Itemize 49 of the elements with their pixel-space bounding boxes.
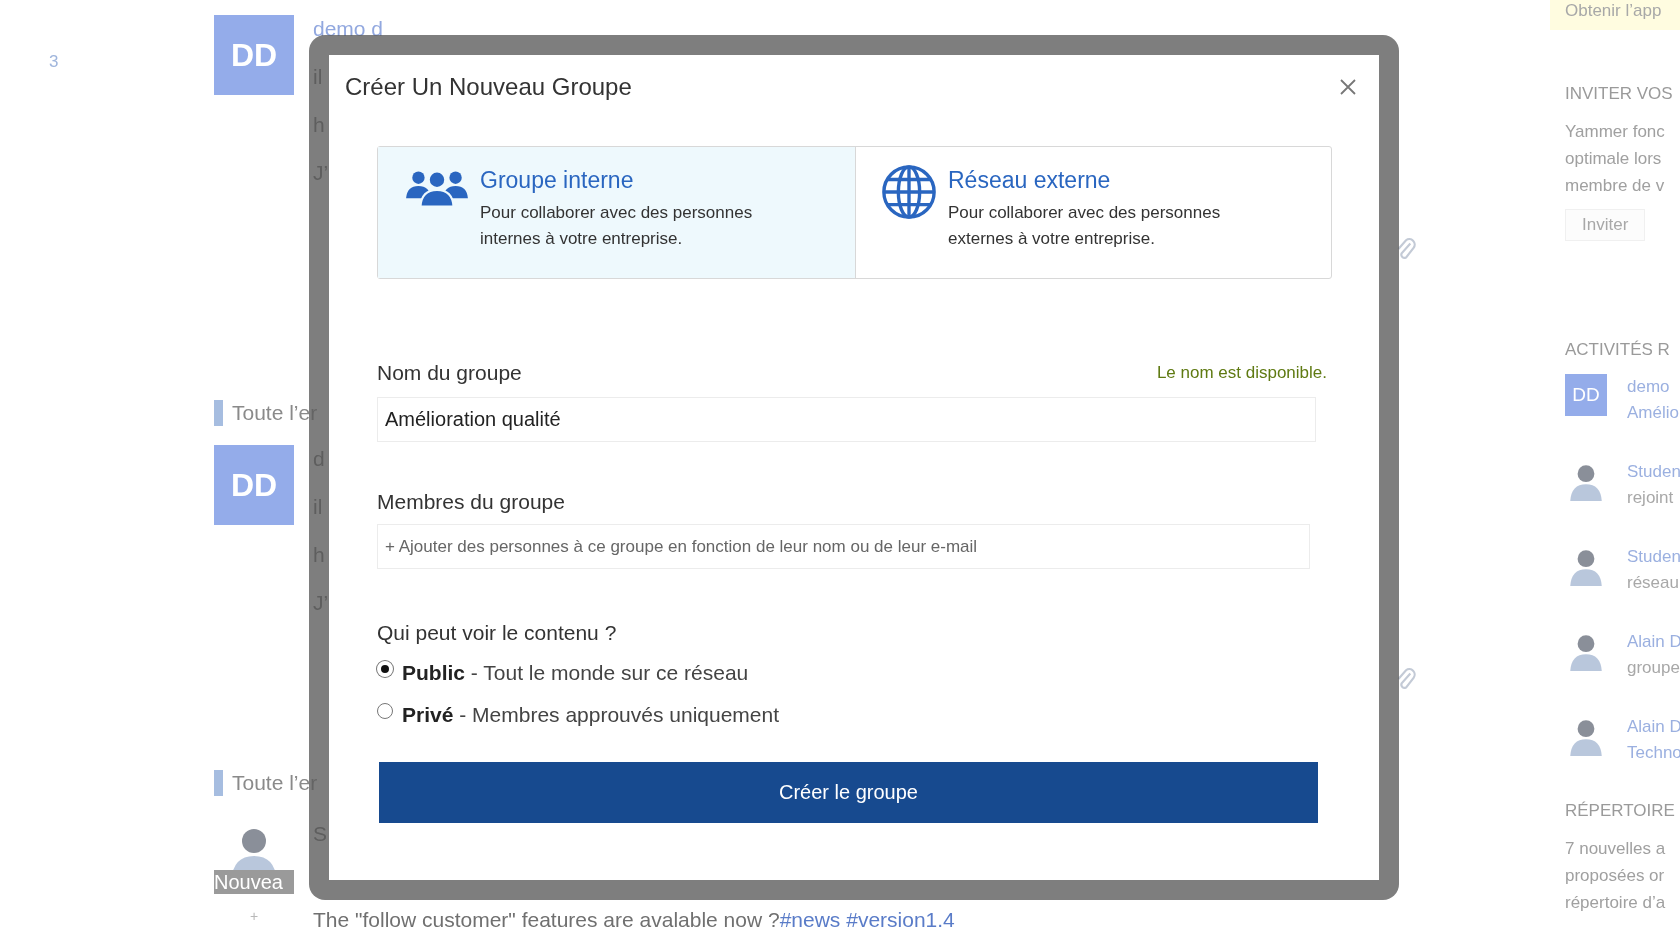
sidebar-text: proposées or	[1565, 865, 1666, 887]
option-description: Pour collaborer avec des personnes externes à votre entreprise.	[948, 202, 1222, 250]
get-app-banner[interactable]: Obtenir l’app	[1550, 0, 1680, 30]
section-title: ACTIVITÉS R	[1565, 340, 1671, 360]
members-field[interactable]: + Ajouter des personnes à ce groupe en fonction de leur nom ou de leur e-mail	[377, 524, 1310, 569]
activity-text[interactable]: Studen	[1627, 544, 1680, 570]
post-text: The "follow customer" features are avalable now ?#news #version1.4	[313, 908, 955, 932]
initials-avatar: DD	[214, 15, 294, 95]
sidebar-text: optimale lors	[1565, 148, 1663, 170]
radio-button[interactable]	[377, 703, 393, 719]
option-description: Pour collaborer avec des personnes internes à votre entreprise.	[480, 202, 754, 250]
availability-message: Le nom est disponible.	[1156, 363, 1327, 383]
activity-text[interactable]: Amélio	[1627, 400, 1679, 426]
sidebar-text: Yammer fonc	[1565, 121, 1666, 143]
dialog-title: Créer Un Nouveau Groupe	[345, 73, 632, 101]
activity-text: réseau	[1627, 572, 1680, 594]
activity-text: groupe	[1627, 657, 1680, 679]
hashtag-link[interactable]: #version1.4	[846, 908, 955, 931]
initials-avatar: DD	[214, 445, 294, 525]
hashtag-link[interactable]: #news	[779, 908, 841, 931]
add-icon[interactable]: +	[249, 908, 259, 924]
radio-label[interactable]: Privé - Membres approuvés uniquement	[402, 703, 780, 727]
section-title: RÉPERTOIRE	[1565, 801, 1676, 821]
field-label: Membres du groupe	[377, 490, 565, 514]
globe-icon	[880, 163, 938, 221]
group-color-bar	[214, 770, 223, 796]
field-label: Qui peut voir le contenu ?	[377, 621, 617, 645]
option-title: Réseau externe	[948, 167, 1112, 194]
new-label: Nouvea	[214, 870, 294, 894]
activity-text: rejoint	[1627, 487, 1675, 509]
invite-button[interactable]: Inviter	[1565, 209, 1646, 241]
field-label: Nom du groupe	[377, 361, 522, 385]
group-type-option[interactable]: Réseau externe Pour collaborer avec des personnes externes à votre entreprise.	[855, 147, 1331, 278]
sidebar-text: répertoire d’a	[1565, 892, 1667, 914]
section-title: INVITER VOS	[1565, 84, 1674, 104]
activity-text[interactable]: demo	[1627, 374, 1679, 400]
sidebar-text: membre de v	[1565, 175, 1666, 197]
group-color-bar	[214, 400, 223, 426]
create-group-button[interactable]: Créer le groupe	[379, 762, 1318, 823]
close-icon[interactable]	[1338, 77, 1358, 97]
option-title: Groupe interne	[480, 167, 635, 194]
post-text: demo d	[313, 16, 384, 42]
radio-label[interactable]: Public - Tout le monde sur ce réseau	[402, 661, 749, 685]
group-name-field[interactable]: Amélioration qualité	[377, 397, 1316, 442]
activity-text[interactable]: Studen	[1627, 459, 1680, 485]
sidebar-text: 7 nouvelles a	[1565, 838, 1667, 860]
initials-avatar: DD	[1565, 374, 1607, 416]
group-type-option[interactable]: Groupe interne Pour collaborer avec des personnes internes à votre entreprise.	[378, 147, 855, 278]
unread-count[interactable]: 3	[49, 52, 59, 72]
